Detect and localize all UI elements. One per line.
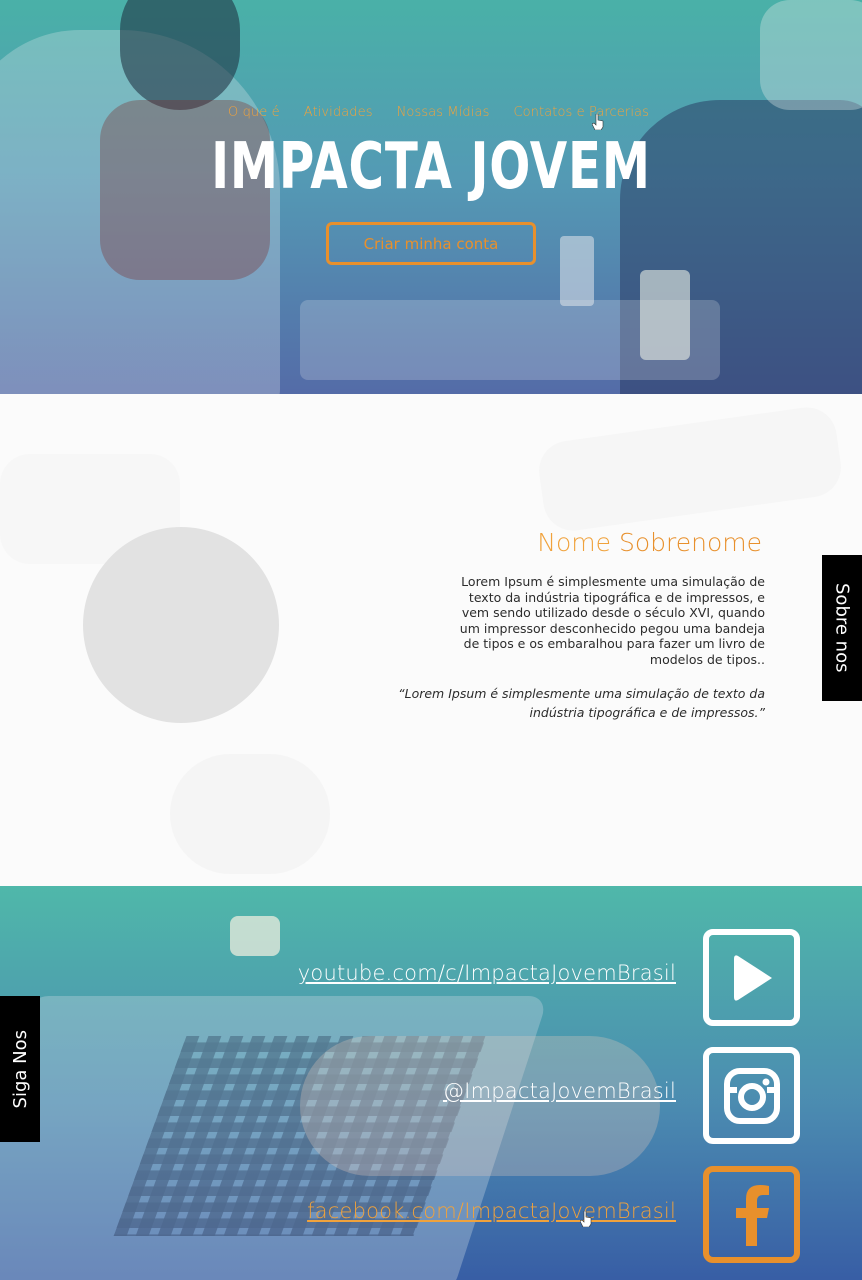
nav-link-o-que-e[interactable]: O que é [228, 105, 280, 120]
nav-link-nossas-midias[interactable]: Nossas Mídias [397, 105, 490, 120]
nav-link-contatos-parcerias[interactable]: Contatos e Parcerias [513, 105, 649, 120]
bio-text: Lorem Ipsum é simplesmente uma simulação… [459, 574, 765, 667]
social-section: youtube.com/c/ImpactaJovemBrasil @Impact… [0, 886, 862, 1280]
about-section: Nome Sobrenome Lorem Ipsum é simplesment… [0, 394, 862, 886]
facebook-link[interactable]: facebook.com/ImpactaJovemBrasil [307, 1199, 676, 1223]
hero-photo-sleeve [760, 0, 862, 110]
youtube-button[interactable] [703, 929, 800, 1026]
main-nav: O que é Atividades Nossas Mídias Contato… [228, 105, 649, 120]
hand-cursor-icon [580, 1211, 592, 1227]
youtube-link[interactable]: youtube.com/c/ImpactaJovemBrasil [298, 961, 676, 985]
hero-section: O que é Atividades Nossas Mídias Contato… [0, 0, 862, 394]
brand-title: IMPACTA JOVEM [211, 130, 651, 204]
quote-text: “Lorem Ipsum é simplesmente uma simulaçã… [398, 686, 765, 720]
instagram-icon [723, 1067, 780, 1124]
youtube-play-icon [733, 954, 772, 1001]
facebook-icon [735, 1184, 769, 1246]
hero-photo-cup [640, 270, 690, 360]
social-photo-hands [300, 1036, 660, 1176]
hero-photo-pens [560, 236, 594, 306]
facebook-button[interactable] [703, 1166, 800, 1263]
nav-link-atividades[interactable]: Atividades [304, 105, 373, 120]
person-name: Nome Sobrenome [537, 528, 762, 557]
about-bg-cup [170, 754, 330, 874]
person-first-name: Nome [537, 528, 612, 557]
instagram-link[interactable]: @ImpactaJovemBrasil [443, 1079, 676, 1103]
avatar [83, 527, 279, 723]
create-account-button[interactable]: Criar minha conta [326, 222, 536, 265]
person-last-name: Sobrenome [618, 528, 762, 557]
social-photo-cup [230, 916, 280, 956]
instagram-button[interactable] [703, 1047, 800, 1144]
about-bg-paper [535, 403, 845, 535]
side-tab-siga-nos[interactable]: Siga Nos [0, 996, 40, 1142]
side-tab-siga-nos-label: Siga Nos [9, 1029, 31, 1109]
side-tab-sobre-nos[interactable]: Sobre nos [822, 555, 862, 701]
side-tab-sobre-nos-label: Sobre nos [831, 583, 853, 673]
hand-cursor-icon [592, 114, 604, 130]
